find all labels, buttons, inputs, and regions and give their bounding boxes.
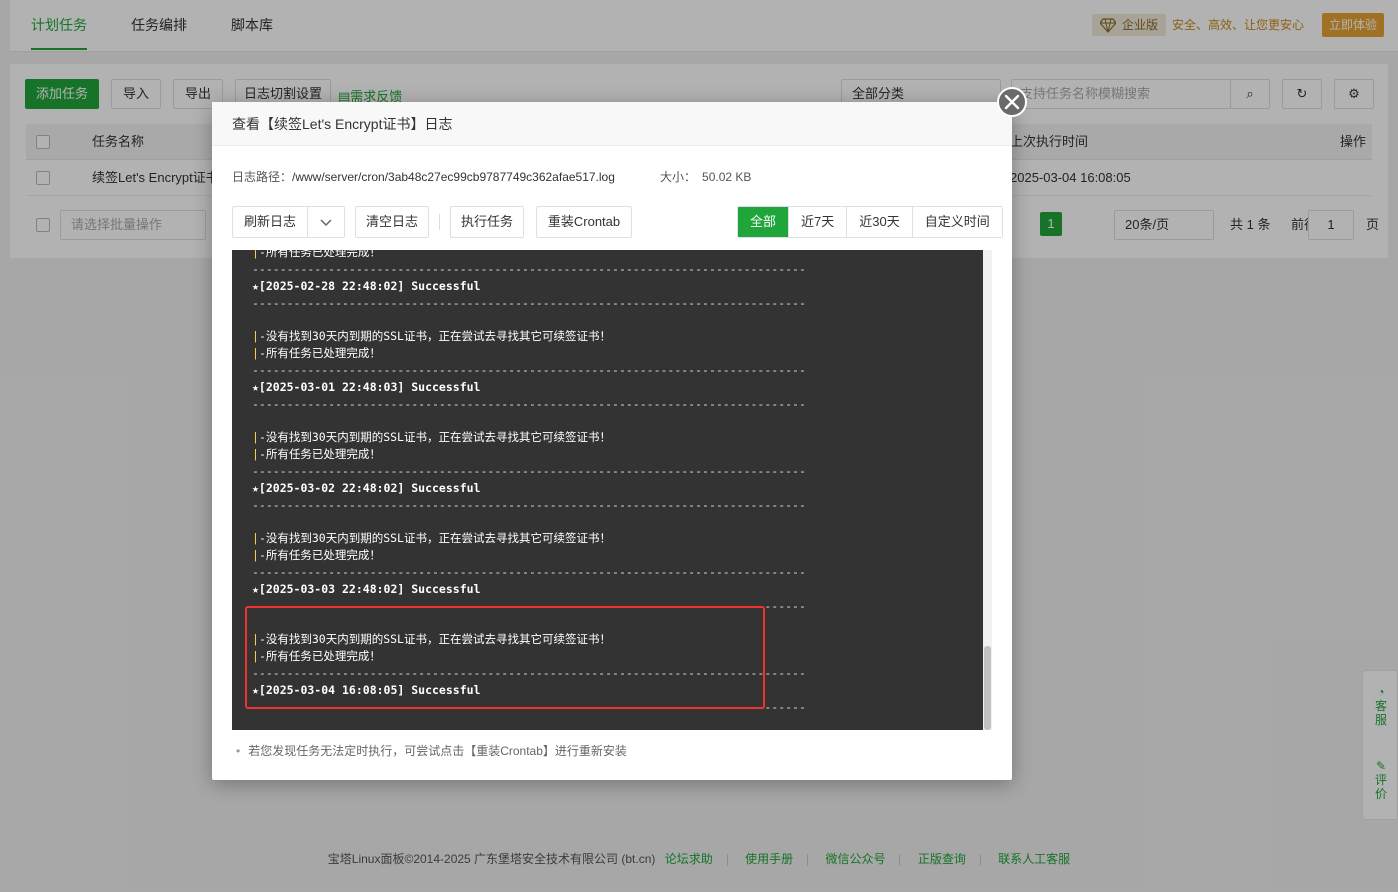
log-path-value: /www/server/cron/3ab48c27ec99cb9787749c3… [292, 170, 615, 184]
log-path-label: 日志路径： [232, 170, 293, 184]
log-line: |-所有任务已处理完成！ [252, 548, 381, 563]
log-line: ★[2025-03-02 22:48:02] Successful [252, 480, 481, 495]
range-30-days[interactable]: 近30天 [846, 207, 912, 237]
range-all[interactable]: 全部 [738, 207, 789, 237]
latest-entry-highlight [245, 606, 765, 709]
modal-title: 查看【续签Let's Encrypt证书】日志 [212, 102, 1012, 146]
log-line: ----------------------------------------… [252, 295, 806, 310]
log-line: |-所有任务已处理完成！ [252, 447, 381, 462]
crontab-tip: 若您发现任务无法定时执行，可尝试点击【重装Crontab】进行重新安装 [236, 742, 627, 759]
log-line: ★[2025-03-03 22:48:02] Successful [252, 581, 481, 596]
clear-log-button[interactable]: 清空日志 [355, 206, 429, 238]
log-size-label: 大小： [660, 170, 697, 184]
log-path: 日志路径：/www/server/cron/3ab48c27ec99cb9787… [232, 168, 615, 185]
log-line: |-没有找到30天内到期的SSL证书，正在尝试去寻找其它可续签证书！ [252, 531, 611, 546]
reinstall-crontab-button[interactable]: 重装Crontab [536, 206, 632, 238]
close-modal-button[interactable] [997, 87, 1027, 117]
log-line: |-所有任务已处理完成！ [252, 250, 381, 259]
log-size-value: 50.02 KB [702, 170, 752, 184]
log-line: ----------------------------------------… [252, 362, 806, 377]
log-line: ★[2025-02-28 22:48:02] Successful [252, 278, 481, 293]
refresh-log-split-button: 刷新日志 [232, 206, 345, 238]
log-line: ----------------------------------------… [252, 463, 806, 478]
execute-task-button[interactable]: 执行任务 [450, 206, 524, 238]
log-modal: 查看【续签Let's Encrypt证书】日志 日志路径：/www/server… [212, 102, 1012, 780]
time-range-group: 全部 近7天 近30天 自定义时间 [737, 206, 1003, 238]
log-line: ★[2025-03-01 22:48:03] Successful [252, 379, 481, 394]
log-line: ----------------------------------------… [252, 396, 806, 411]
toolbar-divider [439, 214, 440, 230]
chevron-down-icon[interactable] [308, 207, 344, 237]
range-custom[interactable]: 自定义时间 [911, 207, 1002, 237]
log-line: |-没有找到30天内到期的SSL证书，正在尝试去寻找其它可续签证书！ [252, 329, 611, 344]
log-line: ----------------------------------------… [252, 497, 806, 512]
log-size: 大小： 50.02 KB [660, 168, 751, 185]
log-line: |-没有找到30天内到期的SSL证书，正在尝试去寻找其它可续签证书！ [252, 430, 611, 445]
log-scrollbar-thumb[interactable] [984, 646, 991, 730]
close-icon [1004, 94, 1020, 110]
range-7-days[interactable]: 近7天 [788, 207, 847, 237]
log-line: ----------------------------------------… [252, 261, 806, 276]
log-line: ----------------------------------------… [252, 565, 806, 580]
refresh-log-button[interactable]: 刷新日志 [233, 207, 307, 237]
log-line: |-所有任务已处理完成！ [252, 346, 381, 361]
